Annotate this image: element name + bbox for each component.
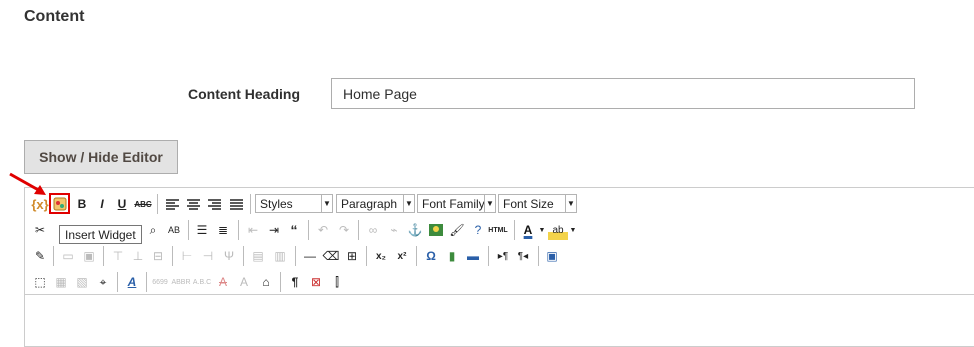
find-icon[interactable]: ⌕	[143, 220, 163, 240]
move-forward-icon[interactable]: ▦	[51, 272, 71, 292]
acronym-icon[interactable]: A.B.C	[192, 272, 212, 292]
cite-icon[interactable]: 6699	[150, 272, 170, 292]
align-left-icon[interactable]	[162, 194, 182, 214]
cut-icon[interactable]: ✂	[30, 220, 50, 240]
image-icon[interactable]	[426, 220, 446, 240]
page-break-icon[interactable]: ⫿	[327, 272, 347, 292]
insert-widget-tooltip: Insert Widget	[59, 225, 142, 244]
superscript-icon[interactable]: x²	[392, 246, 412, 266]
media-icon[interactable]: ▮	[442, 246, 462, 266]
merge-cells-icon[interactable]: ▥	[270, 246, 290, 266]
bold-icon[interactable]: B	[72, 194, 92, 214]
styles-props-icon[interactable]: A	[122, 272, 142, 292]
background-color-icon[interactable]: ab	[548, 220, 568, 240]
special-char-icon[interactable]: Ω	[421, 246, 441, 266]
table-icon[interactable]: ⊞	[342, 246, 362, 266]
cleanup-icon[interactable]: 🖌	[447, 220, 467, 240]
visual-chars-icon[interactable]: ¶	[285, 272, 305, 292]
nonbreaking-icon[interactable]: ⊠	[306, 272, 326, 292]
split-cells-icon[interactable]: ▤	[248, 246, 268, 266]
ltr-icon[interactable]: ▸¶	[493, 246, 513, 266]
attributes-icon[interactable]: ⌂	[256, 272, 276, 292]
underline-icon[interactable]: U	[112, 194, 132, 214]
insert-layer-icon[interactable]: ⬚	[30, 272, 50, 292]
unlink-icon[interactable]: ⌁	[384, 220, 404, 240]
fullscreen-icon[interactable]: ▣	[542, 246, 562, 266]
delete-row-icon[interactable]: ⊟	[148, 246, 168, 266]
remove-format-icon[interactable]: ⌫	[321, 246, 341, 266]
indent-icon[interactable]: ⇥	[264, 220, 284, 240]
align-right-icon[interactable]	[204, 194, 224, 214]
edit-icon[interactable]: ✎	[30, 246, 50, 266]
styles-select[interactable]: Styles ▼	[255, 194, 333, 213]
absolute-position-icon[interactable]: ⌖	[93, 272, 113, 292]
move-backward-icon[interactable]: ▧	[72, 272, 92, 292]
chevron-down-icon[interactable]: ▼	[568, 220, 578, 240]
delete-col-icon[interactable]: Ψ	[219, 246, 239, 266]
insert-text-icon[interactable]: A	[234, 272, 254, 292]
insert-col-after-icon[interactable]: ⊣	[198, 246, 218, 266]
font-family-select[interactable]: Font Family ▼	[417, 194, 496, 213]
replace-icon[interactable]: AB	[164, 220, 184, 240]
chevron-down-icon: ▼	[403, 195, 414, 212]
help-icon[interactable]: ?	[468, 220, 488, 240]
chevron-down-icon: ▼	[565, 195, 576, 212]
subscript-icon[interactable]: x₂	[371, 246, 391, 266]
horizontal-rule-icon[interactable]: —	[300, 246, 320, 266]
chevron-down-icon: ▼	[484, 195, 495, 212]
strikethrough-icon[interactable]: ABC	[133, 194, 153, 214]
html-source-icon[interactable]: HTML	[488, 220, 508, 240]
numbered-list-icon[interactable]: ≣	[213, 220, 233, 240]
blockquote-icon[interactable]: “	[284, 220, 304, 240]
text-color-icon[interactable]: A	[518, 220, 538, 240]
delete-text-icon[interactable]: A	[213, 272, 233, 292]
insert-variable-icon[interactable]: {x}	[30, 194, 50, 214]
insert-row-after-icon[interactable]: ⊥	[128, 246, 148, 266]
outdent-icon[interactable]: ⇤	[243, 220, 263, 240]
editor-content-divider	[25, 294, 974, 295]
link-icon[interactable]: ∞	[363, 220, 383, 240]
abbr-icon[interactable]: ABBR	[171, 272, 191, 292]
chevron-down-icon[interactable]: ▼	[537, 220, 547, 240]
content-heading-input[interactable]	[331, 78, 915, 109]
rtl-icon[interactable]: ¶◂	[513, 246, 533, 266]
insert-row-before-icon[interactable]: ⊤	[108, 246, 128, 266]
content-heading-label: Content Heading	[188, 86, 300, 102]
bullet-list-icon[interactable]: ☰	[192, 220, 212, 240]
paragraph-select[interactable]: Paragraph ▼	[336, 194, 415, 213]
undo-icon[interactable]: ↶	[313, 220, 333, 240]
flash-icon[interactable]: ▬	[463, 246, 483, 266]
table-cell-props-icon[interactable]: ▣	[79, 246, 99, 266]
table-row-props-icon[interactable]: ▭	[58, 246, 78, 266]
section-title: Content	[24, 8, 85, 25]
italic-icon[interactable]: I	[92, 194, 112, 214]
insert-widget-button[interactable]	[49, 193, 70, 214]
insert-widget-icon	[53, 197, 66, 210]
redo-icon[interactable]: ↷	[334, 220, 354, 240]
font-size-select[interactable]: Font Size ▼	[498, 194, 577, 213]
anchor-icon[interactable]: ⚓	[405, 220, 425, 240]
align-center-icon[interactable]	[183, 194, 203, 214]
chevron-down-icon: ▼	[321, 195, 332, 212]
insert-col-before-icon[interactable]: ⊢	[177, 246, 197, 266]
align-justify-icon[interactable]	[226, 194, 246, 214]
show-hide-editor-button[interactable]: Show / Hide Editor	[24, 140, 178, 174]
